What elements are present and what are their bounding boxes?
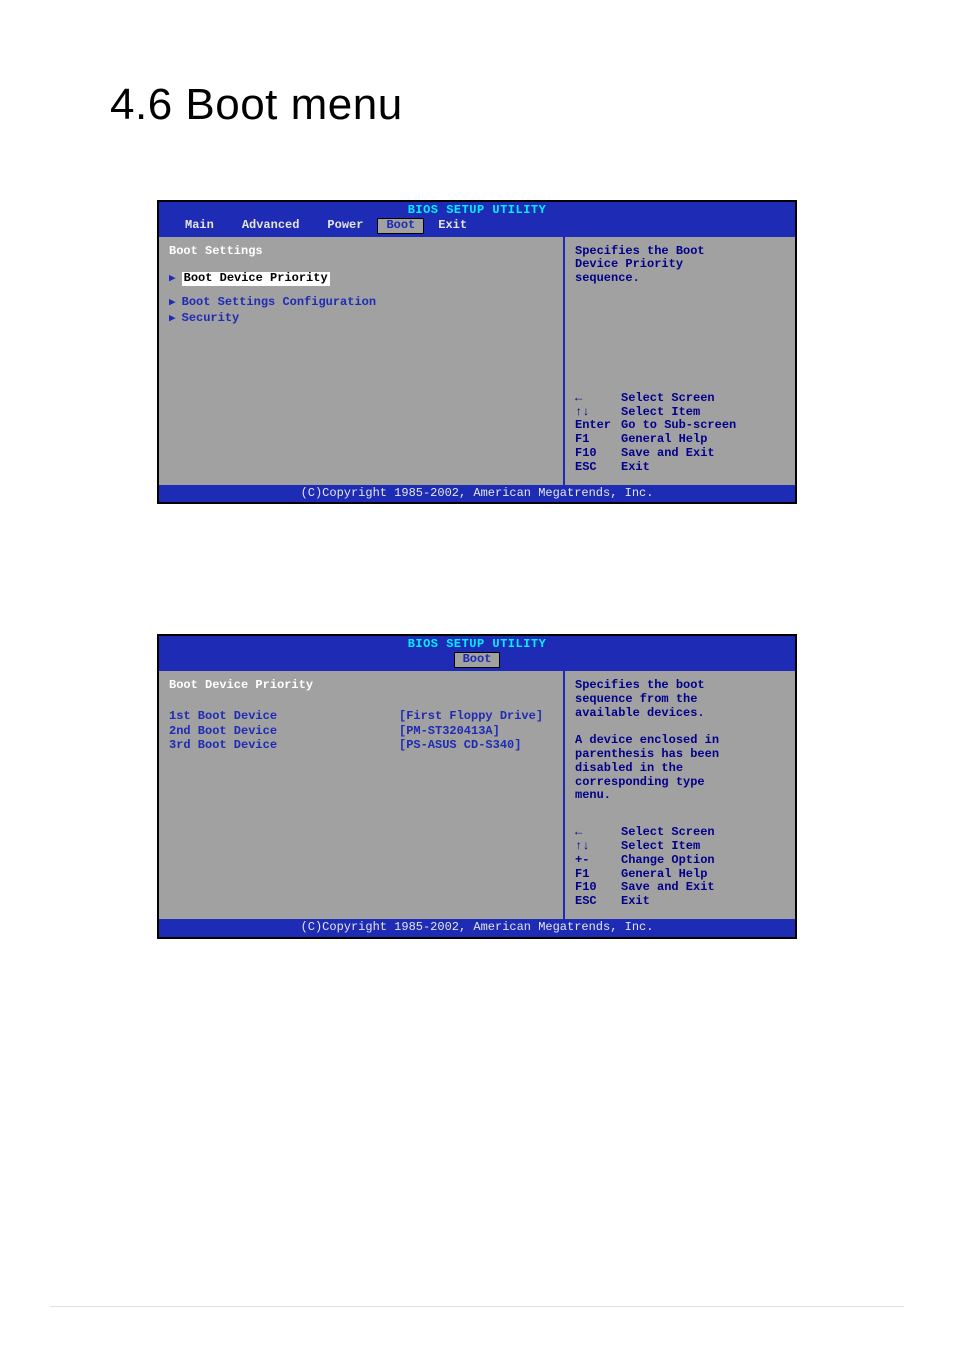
key-hint-label: Exit <box>621 895 650 909</box>
bios-tabs: Boot <box>159 652 795 671</box>
key-hint-key: F1 <box>575 868 621 882</box>
menu-item-boot-settings-configuration[interactable]: ▶ Boot Settings Configuration <box>169 296 553 310</box>
bios-window: BIOS SETUP UTILITY Boot Boot Device Prio… <box>157 634 797 938</box>
bios-body: Boot Device Priority 1st Boot Device [Fi… <box>159 671 795 919</box>
key-hints: ←Select Screen ↑↓Select Item +-Change Op… <box>575 826 785 909</box>
boot-device-key: 2nd Boot Device <box>169 725 399 739</box>
bios-screenshot-1: BIOS SETUP UTILITY Main Advanced Power B… <box>157 200 797 504</box>
key-hint-label: Select Item <box>621 406 700 420</box>
key-hint-label: General Help <box>621 868 707 882</box>
page-title: 4.6 Boot menu <box>110 80 844 130</box>
section-title: Boot Device Priority <box>169 679 553 693</box>
key-hint-key: ESC <box>575 895 621 909</box>
key-hint-label: Select Screen <box>621 826 715 840</box>
key-hint-label: Exit <box>621 461 650 475</box>
tab-boot[interactable]: Boot <box>377 218 424 234</box>
bios-help-pane: Specifies the Boot Device Priority seque… <box>565 237 795 485</box>
boot-device-row-3[interactable]: 3rd Boot Device [PS-ASUS CD-S340] <box>169 739 553 753</box>
help-text: Specifies the boot sequence from the ava… <box>575 679 785 803</box>
bios-window: BIOS SETUP UTILITY Main Advanced Power B… <box>157 200 797 504</box>
updown-arrows-icon: ↑↓ <box>575 406 621 420</box>
bios-tabs: Main Advanced Power Boot Exit <box>159 218 795 237</box>
bios-header: BIOS SETUP UTILITY Main Advanced Power B… <box>159 202 795 237</box>
bios-brand: BIOS SETUP UTILITY <box>159 638 795 652</box>
bios-screenshot-2: BIOS SETUP UTILITY Boot Boot Device Prio… <box>157 634 797 938</box>
document-page: 4.6 Boot menu BIOS SETUP UTILITY Main Ad… <box>0 0 954 1351</box>
key-hint-key: F10 <box>575 447 621 461</box>
submenu-arrow-icon: ▶ <box>169 313 176 326</box>
boot-device-value: [PS-ASUS CD-S340] <box>399 739 521 753</box>
menu-item-security[interactable]: ▶ Security <box>169 312 553 326</box>
key-hint-label: Select Screen <box>621 392 715 406</box>
bios-footer: (C)Copyright 1985-2002, American Megatre… <box>159 485 795 503</box>
bios-footer: (C)Copyright 1985-2002, American Megatre… <box>159 919 795 937</box>
key-hint-label: Save and Exit <box>621 447 715 461</box>
bios-help-pane: Specifies the boot sequence from the ava… <box>565 671 795 919</box>
page-footer-divider <box>50 1306 904 1311</box>
menu-item-label: Security <box>182 312 240 326</box>
bios-body: Boot Settings ▶ Boot Device Priority ▶ B… <box>159 237 795 485</box>
boot-device-row-2[interactable]: 2nd Boot Device [PM-ST320413A] <box>169 725 553 739</box>
key-hint-label: Save and Exit <box>621 881 715 895</box>
bios-main-pane: Boot Settings ▶ Boot Device Priority ▶ B… <box>159 237 565 485</box>
key-hint-label: Change Option <box>621 854 715 868</box>
bios-brand: BIOS SETUP UTILITY <box>159 204 795 218</box>
key-hint-label: Go to Sub-screen <box>621 419 736 433</box>
key-hint-key: +- <box>575 854 621 868</box>
key-hint-label: Select Item <box>621 840 700 854</box>
submenu-arrow-icon: ▶ <box>169 297 176 310</box>
bios-header: BIOS SETUP UTILITY Boot <box>159 636 795 671</box>
tab-power[interactable]: Power <box>313 219 377 233</box>
key-hint-key: Enter <box>575 419 621 433</box>
boot-device-row-1[interactable]: 1st Boot Device [First Floppy Drive] <box>169 710 553 724</box>
tab-advanced[interactable]: Advanced <box>228 219 314 233</box>
key-hint-key: F1 <box>575 433 621 447</box>
menu-item-label: Boot Settings Configuration <box>182 296 376 310</box>
tab-exit[interactable]: Exit <box>424 219 481 233</box>
boot-device-value: [First Floppy Drive] <box>399 710 543 724</box>
help-text: Specifies the Boot Device Priority seque… <box>575 245 785 286</box>
key-hint-key: ESC <box>575 461 621 475</box>
menu-item-boot-device-priority[interactable]: ▶ Boot Device Priority <box>169 272 553 286</box>
left-arrow-icon: ← <box>575 826 621 840</box>
bios-main-pane: Boot Device Priority 1st Boot Device [Fi… <box>159 671 565 919</box>
tab-boot[interactable]: Boot <box>454 652 501 668</box>
left-arrow-icon: ← <box>575 392 621 406</box>
submenu-arrow-icon: ▶ <box>169 273 176 286</box>
boot-device-key: 1st Boot Device <box>169 710 399 724</box>
tab-main[interactable]: Main <box>171 219 228 233</box>
key-hint-key: F10 <box>575 881 621 895</box>
updown-arrows-icon: ↑↓ <box>575 840 621 854</box>
boot-device-value: [PM-ST320413A] <box>399 725 500 739</box>
boot-device-key: 3rd Boot Device <box>169 739 399 753</box>
key-hints: ←Select Screen ↑↓Select Item EnterGo to … <box>575 392 785 475</box>
section-title: Boot Settings <box>169 245 553 259</box>
key-hint-label: General Help <box>621 433 707 447</box>
menu-item-label: Boot Device Priority <box>182 272 330 286</box>
